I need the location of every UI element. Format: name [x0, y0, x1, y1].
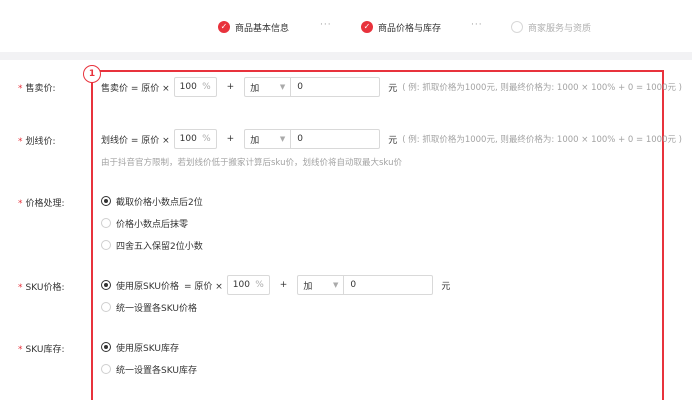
sale-price-formula: 售卖价 = 原价 ×	[101, 83, 170, 94]
plus-sign: +	[226, 82, 235, 92]
caret-down-icon: ▼	[279, 83, 286, 91]
caret-down-icon: ▼	[279, 135, 286, 143]
radio-uniform-sku-price[interactable]: 统一设置各SKU价格	[101, 300, 197, 314]
radio-unchecked[interactable]	[101, 364, 111, 374]
step-separator: ···	[471, 20, 483, 30]
radio-unchecked[interactable]	[101, 240, 111, 250]
sku-price-formula: = 原价 ×	[183, 281, 223, 292]
step-service-qualification[interactable]: 商家服务与资质	[511, 20, 591, 34]
sku-stock-label: * SKU库存:	[18, 345, 65, 355]
radio-checked[interactable]	[101, 342, 111, 352]
pending-circle-icon	[511, 21, 523, 33]
check-circle-icon: ✓	[361, 21, 373, 33]
radio-unchecked[interactable]	[101, 218, 111, 228]
sku-price-label: * SKU价格:	[18, 283, 65, 293]
yuan-unit: 元	[388, 135, 398, 146]
step-header: ✓ 商品基本信息 ··· ✓ 商品价格与库存 ··· 商家服务与资质	[0, 0, 692, 52]
sale-price-amount-input[interactable]: 0	[291, 77, 381, 97]
sale-price-row: 售卖价 = 原价 × 100% + 加 ▼ 0 元 ( 例: 抓取价格为1000元…	[101, 77, 682, 97]
strike-price-op-select[interactable]: 加 ▼	[244, 129, 292, 149]
strike-price-example: ( 例: 抓取价格为1000元, 则最终价格为: 1000 × 100% + 0…	[402, 135, 682, 145]
step-label: 商品基本信息	[235, 23, 290, 34]
radio-unchecked[interactable]	[101, 302, 111, 312]
radio-drop-decimals[interactable]: 价格小数点后抹零	[101, 216, 188, 230]
radio-truncate-2-decimals[interactable]: 截取价格小数点后2位	[101, 194, 203, 208]
caret-down-icon: ▼	[332, 281, 339, 289]
step-label: 商品价格与库存	[378, 23, 442, 34]
strike-price-row: 划线价 = 原价 × 100% + 加 ▼ 0 元 ( 例: 抓取价格为1000元…	[101, 129, 682, 149]
sale-price-percent-input[interactable]: 100%	[173, 77, 217, 97]
price-processing-label: * 价格处理:	[18, 199, 65, 209]
sku-price-percent-input[interactable]: 100%	[226, 275, 270, 295]
step-number-badge: 1	[83, 65, 101, 83]
step-label: 商家服务与资质	[528, 23, 592, 34]
step-basic-info[interactable]: ✓ 商品基本信息	[218, 20, 289, 34]
radio-uniform-sku-stock[interactable]: 统一设置各SKU库存	[101, 362, 197, 376]
radio-round-2-decimals[interactable]: 四舍五入保留2位小数	[101, 238, 203, 252]
radio-checked[interactable]	[101, 196, 111, 206]
sku-price-amount-input[interactable]: 0	[344, 275, 434, 295]
step-price-stock[interactable]: ✓ 商品价格与库存	[361, 20, 441, 34]
sku-price-op-select[interactable]: 加 ▼	[297, 275, 345, 295]
check-circle-icon: ✓	[218, 21, 230, 33]
strike-price-percent-input[interactable]: 100%	[173, 129, 217, 149]
sale-price-example: ( 例: 抓取价格为1000元, 则最终价格为: 1000 × 100% + 0…	[402, 83, 682, 93]
strike-price-formula: 划线价 = 原价 ×	[101, 135, 170, 146]
strike-price-label: * 划线价:	[18, 137, 56, 147]
yuan-unit: 元	[441, 281, 451, 292]
sku-price-use-original: 使用原SKU价格	[116, 281, 179, 292]
plus-sign: +	[279, 280, 288, 290]
sale-price-op-select[interactable]: 加 ▼	[244, 77, 292, 97]
plus-sign: +	[226, 134, 235, 144]
yuan-unit: 元	[388, 83, 398, 94]
radio-use-original-sku-stock[interactable]: 使用原SKU库存	[101, 340, 179, 354]
radio-checked[interactable]	[101, 280, 111, 290]
step-separator: ···	[320, 20, 332, 30]
sale-price-label: * 售卖价:	[18, 84, 56, 94]
sku-price-row: 使用原SKU价格 = 原价 × 100% + 加 ▼ 0 元	[101, 275, 450, 295]
strike-price-note: 由于抖音官方限制，若划线价低于搬家计算后sku价，划线价将自动取最大sku价	[101, 158, 402, 168]
strike-price-amount-input[interactable]: 0	[291, 129, 381, 149]
